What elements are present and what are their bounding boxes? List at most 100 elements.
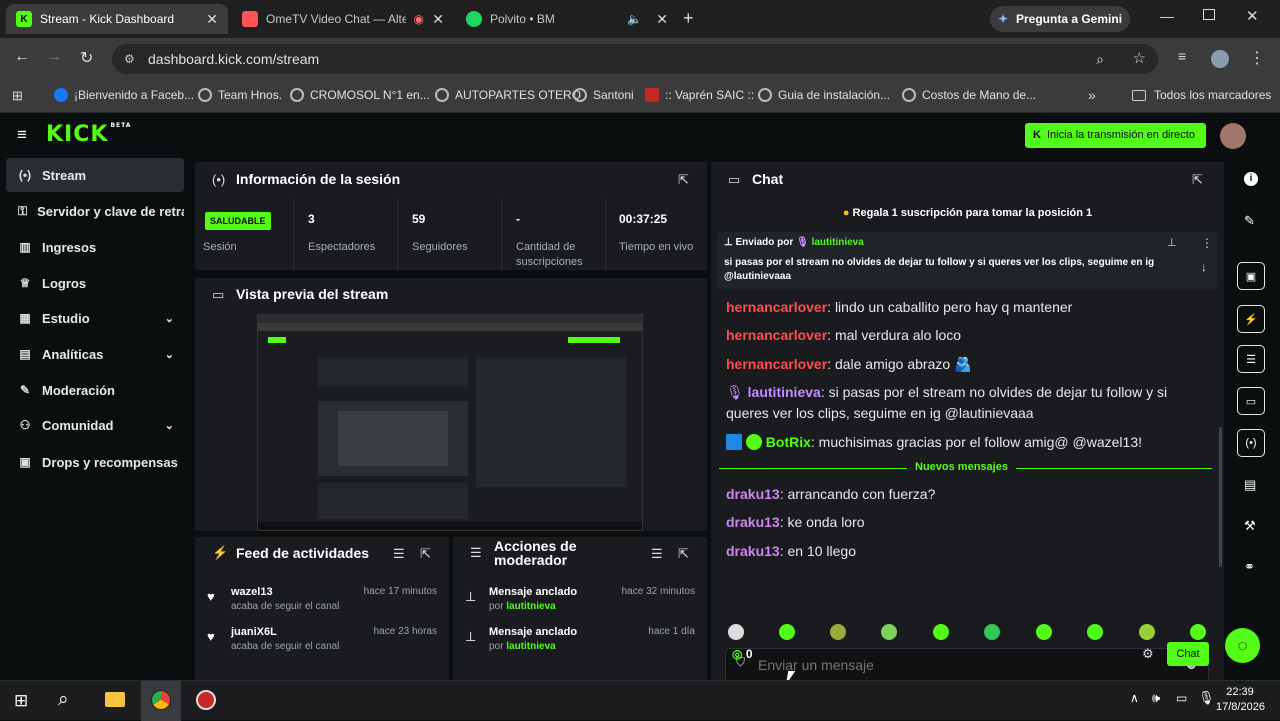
mod-user[interactable]: lautitnieva [506, 641, 555, 652]
gemini-button[interactable]: ✦ Pregunta a Gemini [990, 6, 1130, 32]
chat-username[interactable]: hernancarlover [726, 299, 827, 315]
popout-icon[interactable]: ⇱ [678, 172, 689, 188]
bookmark-item[interactable]: :: Vaprén SAIC :: [645, 88, 754, 102]
tab-kick-dashboard[interactable]: K Stream - Kick Dashboard ✕ [6, 4, 228, 34]
feed-user[interactable]: juaniX6L [231, 626, 277, 638]
search-icon[interactable]: ⌕ [58, 689, 69, 711]
emote-icon[interactable] [1036, 624, 1052, 640]
emote-icon[interactable] [1087, 624, 1103, 640]
address-bar[interactable]: ⚙ dashboard.kick.com/stream ⌕ ☆ [112, 44, 1158, 74]
volume-icon[interactable]: 🕪 [1152, 690, 1160, 706]
close-tab-icon[interactable]: ✕ [206, 11, 218, 28]
close-tab-icon[interactable]: ✕ [432, 11, 444, 28]
tray-chevron-icon[interactable]: ∧ [1130, 691, 1139, 705]
sidebar-item-achievements[interactable]: ♕ Logros [6, 266, 184, 300]
apps-grid-icon[interactable]: ⊞ [12, 88, 23, 104]
emote-icon[interactable] [1139, 624, 1155, 640]
network-icon[interactable]: ▭ [1176, 691, 1187, 705]
minimize-icon[interactable]: — [1160, 8, 1174, 24]
go-live-button[interactable]: K Inicia la transmisión en directo [1025, 123, 1206, 148]
emote-icon[interactable] [1190, 624, 1206, 640]
chat-username[interactable]: hernancarlover [726, 327, 827, 343]
emote-icon[interactable] [830, 624, 846, 640]
emote-icon[interactable] [881, 624, 897, 640]
recording-app-icon[interactable] [196, 690, 216, 710]
chat-username[interactable]: draku13 [726, 543, 780, 559]
restore-icon[interactable] [1203, 9, 1215, 20]
sidebar-item-stream[interactable]: (•) Stream [6, 158, 184, 192]
bookmark-item[interactable]: Guia de instalación... [758, 88, 890, 102]
popout-icon[interactable]: ⇱ [420, 546, 431, 562]
profile-avatar[interactable] [1211, 50, 1229, 68]
chat-scrollbar[interactable] [1219, 427, 1222, 567]
sub-gift-banner[interactable]: ● Regala 1 suscripción para tomar la pos… [711, 202, 1224, 224]
emote-icon[interactable] [984, 624, 1000, 640]
file-explorer-icon[interactable] [105, 692, 125, 707]
stack-icon[interactable]: ▤ [1244, 477, 1256, 493]
stream-preview-video[interactable] [257, 314, 643, 531]
sidebar-item-income[interactable]: ▥ Ingresos [6, 230, 184, 264]
forward-icon[interactable]: → [46, 48, 62, 66]
sidebar-item-moderation[interactable]: ✎ Moderación [6, 373, 184, 407]
bookmark-item[interactable]: Santoni [573, 88, 634, 102]
site-info-icon[interactable]: ⚙ [124, 44, 135, 74]
chat-message-input[interactable] [758, 654, 1178, 676]
send-chat-button[interactable]: Chat [1167, 642, 1209, 666]
all-bookmarks[interactable]: Todos los marcadores [1132, 88, 1271, 102]
pin-icon[interactable]: ⊥ [1167, 236, 1177, 249]
system-clock[interactable]: 22:39 17/8/2026 [1216, 685, 1265, 715]
zoom-icon[interactable]: ⌕ [1096, 44, 1104, 74]
info-icon[interactable]: i [1244, 172, 1258, 186]
menu-dots-icon[interactable]: ⋮ [1249, 48, 1265, 68]
sidebar-item-studio[interactable]: ▦ Estudio ⌄ [6, 301, 184, 335]
microphone-icon[interactable]: 🎙 [1198, 690, 1215, 706]
share-icon[interactable]: ⚭ [1244, 559, 1255, 575]
expand-icon[interactable]: ↓ [1201, 260, 1207, 274]
sidebar-item-community[interactable]: ⚇ Comunidad ⌄ [6, 408, 184, 442]
filter-icon[interactable]: ☰ [393, 546, 405, 562]
popout-icon[interactable]: ⇱ [1192, 172, 1203, 188]
rail-monitor-icon[interactable]: ▣ [1237, 262, 1265, 290]
bookmark-item[interactable]: Team Hnos. [198, 88, 282, 102]
rail-broadcast-icon[interactable]: (•) [1237, 429, 1265, 457]
reload-icon[interactable]: ↻ [80, 48, 93, 68]
chrome-taskbar-active[interactable] [141, 681, 181, 721]
new-tab-icon[interactable]: + [683, 8, 694, 29]
sidebar-item-analytics[interactable]: ▤ Analíticas ⌄ [6, 337, 184, 371]
rail-list-icon[interactable]: ☰ [1237, 345, 1265, 373]
rail-lightning-icon[interactable]: ⚡ [1237, 305, 1265, 333]
rail-chat-icon[interactable]: ▭ [1237, 387, 1265, 415]
bookmark-item[interactable]: Costos de Mano de... [902, 88, 1036, 102]
user-avatar[interactable] [1220, 123, 1246, 149]
bookmark-star-icon[interactable]: ☆ [1133, 44, 1146, 74]
media-queue-icon[interactable]: ≡ [1178, 48, 1186, 64]
filter-icon[interactable]: ☰ [651, 546, 663, 562]
chat-username[interactable]: hernancarlover [726, 356, 827, 372]
tab-ometv[interactable]: OmeTV Video Chat — Alter ◉ ✕ [232, 4, 454, 34]
emote-icon[interactable] [779, 624, 795, 640]
chat-settings-icon[interactable]: ⚙ [1142, 646, 1154, 662]
bookmark-item[interactable]: CROMOSOL N°1 en... [290, 88, 430, 102]
pinned-user[interactable]: lautitinieva [812, 237, 864, 248]
chat-username[interactable]: draku13 [726, 514, 780, 530]
chat-username[interactable]: BotRix [766, 434, 811, 450]
sidebar-item-drops[interactable]: ▣ Drops y recompensas [6, 445, 184, 479]
more-icon[interactable]: ⋮ [1201, 236, 1213, 250]
close-window-icon[interactable]: ✕ [1246, 7, 1259, 25]
speaker-icon[interactable]: 🔈 [627, 12, 642, 26]
windows-start-icon[interactable]: ⊞ [14, 691, 28, 711]
feed-user[interactable]: wazel13 [231, 586, 273, 598]
chat-username[interactable]: draku13 [726, 486, 780, 502]
bookmark-item[interactable]: ¡Bienvenido a Faceb... [54, 88, 194, 102]
bookmark-item[interactable]: AUTOPARTES OTERO [435, 88, 581, 102]
chat-username[interactable]: lautitinieva [748, 384, 821, 400]
more-bookmarks-icon[interactable]: » [1088, 87, 1096, 103]
emote-icon[interactable] [933, 624, 949, 640]
edit-icon[interactable]: ✎ [1244, 213, 1255, 229]
mod-user[interactable]: lautitnieva [506, 601, 555, 612]
sidebar-item-server-key[interactable]: ⚿ Servidor y clave de retransmisión [6, 194, 184, 228]
channel-points[interactable]: ◎ 0 [732, 647, 753, 661]
tab-polvito[interactable]: Polvito • BM 🔈 ✕ [456, 4, 678, 34]
emote-icon[interactable] [728, 624, 744, 640]
back-icon[interactable]: ← [14, 48, 30, 66]
